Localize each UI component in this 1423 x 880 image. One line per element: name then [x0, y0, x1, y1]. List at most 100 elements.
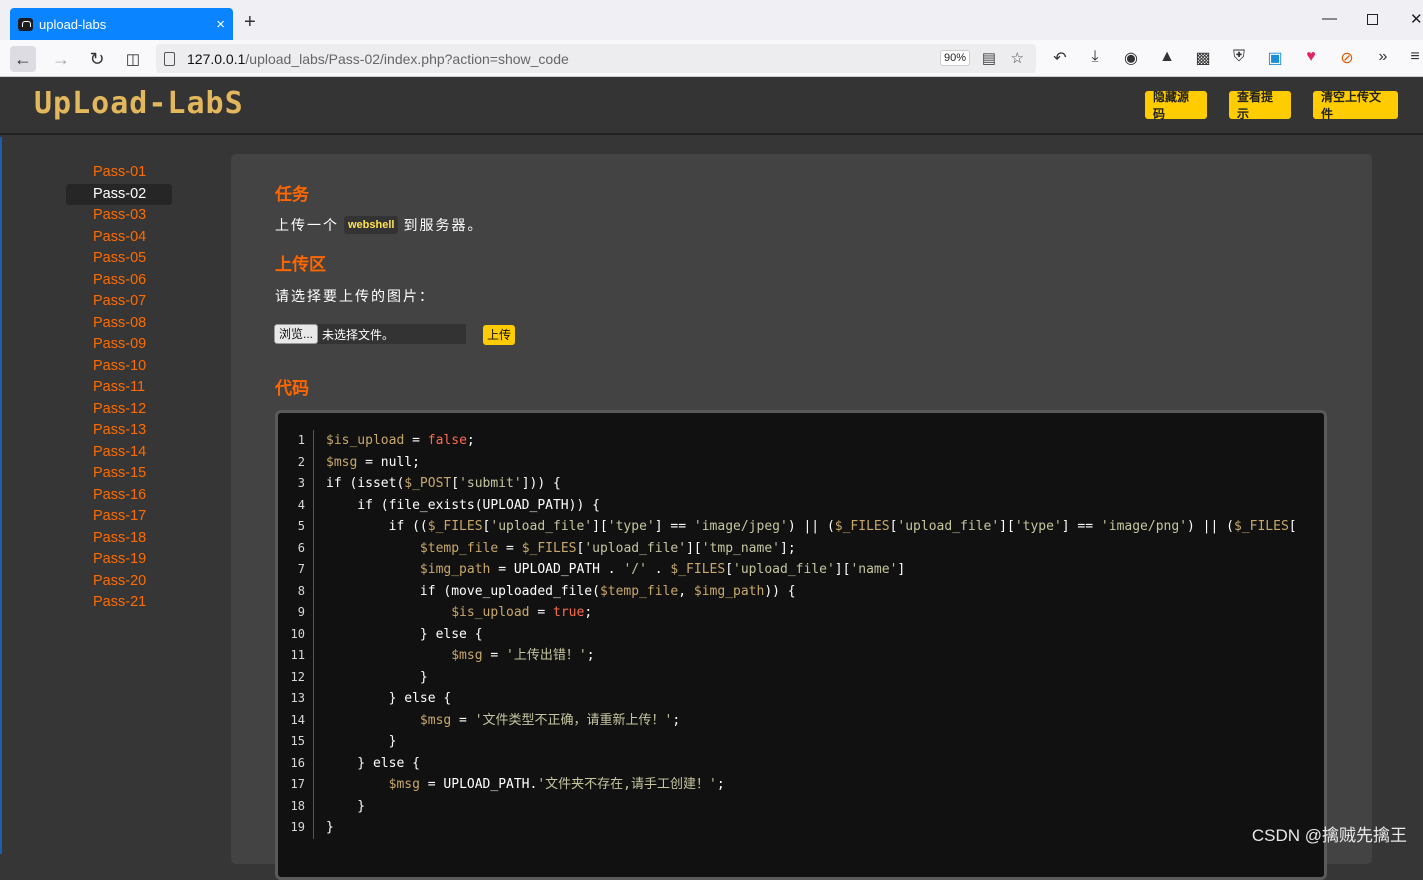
- back-arrow-icon[interactable]: ←: [10, 46, 36, 72]
- sidebar-item-pass-21[interactable]: Pass-21: [66, 592, 172, 614]
- code-line: 8 if (move_uploaded_file($temp_file, $im…: [278, 581, 1297, 603]
- code-text: if (file_exists(UPLOAD_PATH)) {: [326, 495, 600, 517]
- sidebar-item-pass-05[interactable]: Pass-05: [66, 248, 172, 270]
- sidebar-item-pass-08[interactable]: Pass-08: [66, 313, 172, 335]
- source-code-block[interactable]: 1$is_upload = false;2$msg = null;3if (is…: [275, 410, 1327, 880]
- line-number: 14: [278, 710, 313, 732]
- tab-close-icon[interactable]: ×: [216, 17, 225, 32]
- code-text: $msg = '上传出错！';: [326, 645, 595, 667]
- sidebar-toggle-icon[interactable]: ◫: [120, 46, 146, 72]
- clear-uploads-button[interactable]: 清空上传文件: [1313, 91, 1398, 119]
- line-number: 13: [278, 688, 313, 710]
- new-tab-button[interactable]: +: [244, 12, 256, 32]
- sidebar-item-pass-19[interactable]: Pass-19: [66, 549, 172, 571]
- browser-tab-strip: upload-labs × + — ✕: [0, 0, 1423, 40]
- code-gutter: [313, 753, 314, 775]
- task-heading: 任务: [275, 180, 309, 205]
- upload-submit-button[interactable]: 上传: [483, 325, 515, 345]
- sidebar-item-pass-11[interactable]: Pass-11: [66, 377, 172, 399]
- view-hint-button[interactable]: 查看提示: [1229, 91, 1291, 119]
- line-number: 7: [278, 559, 313, 581]
- code-text: } else {: [326, 688, 451, 710]
- close-window-icon[interactable]: ✕: [1410, 10, 1423, 28]
- line-number: 2: [278, 452, 313, 474]
- pocket-icon[interactable]: ♥: [1301, 48, 1321, 66]
- code-line: 7 $img_path = UPLOAD_PATH . '/' . $_FILE…: [278, 559, 1297, 581]
- code-text: $msg = null;: [326, 452, 420, 474]
- task-text-after: 到服务器。: [403, 215, 483, 235]
- file-input[interactable]: 浏览... 未选择文件。: [274, 324, 466, 344]
- bookmark-star-icon[interactable]: ☆: [1011, 49, 1024, 67]
- code-line: 12 }: [278, 667, 1297, 689]
- line-number: 12: [278, 667, 313, 689]
- code-gutter: [313, 473, 314, 495]
- address-bar[interactable]: 127.0.0.1 /upload_labs/Pass-02/index.php…: [156, 44, 1036, 73]
- sidebar-item-pass-15[interactable]: Pass-15: [66, 463, 172, 485]
- hide-source-button[interactable]: 隐藏源码: [1145, 91, 1207, 119]
- code-text: }: [326, 667, 428, 689]
- line-number: 10: [278, 624, 313, 646]
- upload-prompt: 请选择要上传的图片：: [275, 286, 435, 306]
- code-gutter: [313, 559, 314, 581]
- line-number: 1: [278, 430, 313, 452]
- sidebar-item-pass-09[interactable]: Pass-09: [66, 334, 172, 356]
- reload-icon[interactable]: ↻: [84, 46, 110, 72]
- download-icon[interactable]: ⤓: [1085, 48, 1105, 66]
- code-line: 17 $msg = UPLOAD_PATH.'文件夹不存在,请手工创建！';: [278, 774, 1297, 796]
- file-status: 未选择文件。: [322, 326, 394, 343]
- code-gutter: [313, 602, 314, 624]
- reader-view-icon[interactable]: ▤: [982, 49, 996, 67]
- code-line: 11 $msg = '上传出错！';: [278, 645, 1297, 667]
- minimize-window-icon[interactable]: —: [1322, 10, 1337, 27]
- sidebar-item-pass-18[interactable]: Pass-18: [66, 528, 172, 550]
- code-line: 18 }: [278, 796, 1297, 818]
- browser-tab[interactable]: upload-labs ×: [10, 8, 233, 40]
- maximize-window-icon[interactable]: [1367, 14, 1378, 25]
- sidebar-item-pass-07[interactable]: Pass-07: [66, 291, 172, 313]
- sidebar-item-pass-12[interactable]: Pass-12: [66, 399, 172, 421]
- code-text: if (move_uploaded_file($temp_file, $img_…: [326, 581, 796, 603]
- sidebar-item-pass-06[interactable]: Pass-06: [66, 270, 172, 292]
- sidebar-item-pass-14[interactable]: Pass-14: [66, 442, 172, 464]
- code-text: if (($_FILES['upload_file']['type'] == '…: [326, 516, 1297, 538]
- sidebar-item-pass-02[interactable]: Pass-02: [66, 184, 172, 206]
- line-number: 4: [278, 495, 313, 517]
- overflow-menu-icon[interactable]: »: [1373, 48, 1393, 66]
- save-extension-icon[interactable]: ▣: [1265, 48, 1285, 68]
- sidebar-item-pass-03[interactable]: Pass-03: [66, 205, 172, 227]
- hamburger-menu-icon[interactable]: ≡: [1405, 48, 1423, 66]
- site-logo: UpLoad-LabS: [34, 86, 244, 121]
- forward-arrow-icon[interactable]: →: [48, 46, 74, 72]
- task-text-before: 上传一个: [275, 215, 339, 235]
- csdn-watermark: CSDN @擒贼先擒王: [1252, 821, 1407, 846]
- sidebar-item-pass-20[interactable]: Pass-20: [66, 571, 172, 593]
- code-text: if (isset($_POST['submit'])) {: [326, 473, 561, 495]
- pass-sidebar: Pass-01Pass-02Pass-03Pass-04Pass-05Pass-…: [66, 162, 172, 614]
- sidebar-item-pass-01[interactable]: Pass-01: [66, 162, 172, 184]
- undo-close-tab-icon[interactable]: ↶: [1050, 48, 1070, 68]
- browse-button[interactable]: 浏览...: [274, 324, 318, 344]
- screenshot-camera-icon[interactable]: ◉: [1121, 48, 1141, 68]
- sidebar-item-pass-04[interactable]: Pass-04: [66, 227, 172, 249]
- code-gutter: [313, 710, 314, 732]
- task-description: 上传一个 webshell 到服务器。: [275, 215, 483, 235]
- code-gutter: [313, 667, 314, 689]
- code-text: }: [326, 796, 365, 818]
- sidebar-item-pass-17[interactable]: Pass-17: [66, 506, 172, 528]
- extension-icon[interactable]: ▩: [1193, 48, 1213, 68]
- code-gutter: [313, 774, 314, 796]
- zoom-level-badge[interactable]: 90%: [940, 50, 970, 66]
- shield-extension-icon[interactable]: ⛨: [1229, 48, 1249, 66]
- main-content-panel: 任务 上传一个 webshell 到服务器。 上传区 请选择要上传的图片： 浏览…: [231, 154, 1372, 864]
- site-favicon-icon: [18, 18, 33, 31]
- code-gutter: [313, 688, 314, 710]
- code-gutter: [313, 581, 314, 603]
- sidebar-item-pass-13[interactable]: Pass-13: [66, 420, 172, 442]
- sidebar-item-pass-10[interactable]: Pass-10: [66, 356, 172, 378]
- code-text: $is_upload = true;: [326, 602, 592, 624]
- code-line: 2 $msg = null;: [278, 452, 1297, 474]
- rocket-extension-icon[interactable]: ▲: [1157, 48, 1177, 66]
- sidebar-item-pass-16[interactable]: Pass-16: [66, 485, 172, 507]
- blocker-extension-icon[interactable]: ⊘: [1337, 48, 1357, 68]
- page-info-icon[interactable]: [164, 52, 175, 66]
